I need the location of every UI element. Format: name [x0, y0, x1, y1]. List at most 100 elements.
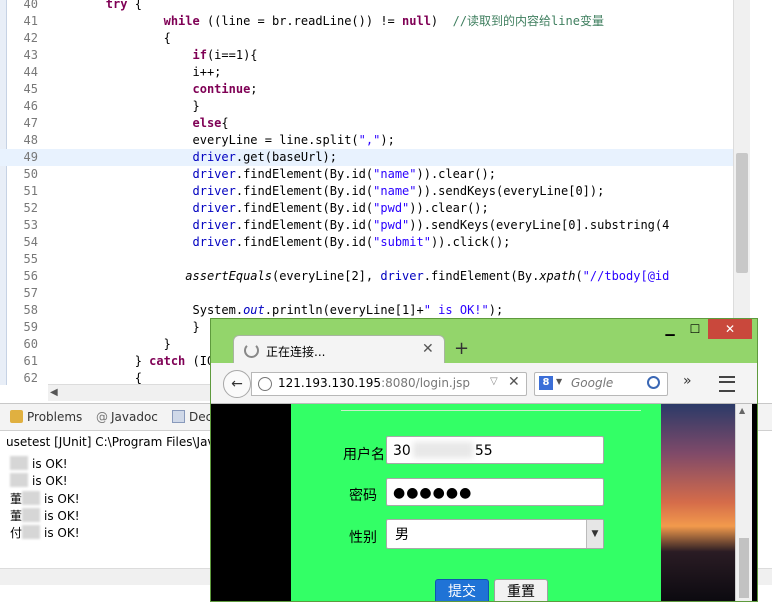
username-field[interactable]: 30 55: [386, 436, 604, 464]
problems-icon: [10, 410, 23, 423]
gender-label: 性别: [349, 530, 377, 546]
redacted-text: [22, 508, 41, 522]
code-line[interactable]: 40 try {: [0, 0, 733, 13]
code-text: while ((line = br.readLine()) != null) /…: [163, 14, 604, 28]
code-line[interactable]: 44 i++;: [0, 64, 733, 81]
line-number: 54: [23, 235, 38, 249]
line-number: 56: [23, 269, 38, 283]
code-line[interactable]: 58 System.out.println(everyLine[1]+" is …: [0, 302, 733, 319]
line-number: 62: [23, 371, 38, 385]
code-text: System.out.println(everyLine[1]+" is OK!…: [48, 303, 504, 317]
username-label: 用户名: [343, 447, 385, 463]
code-text: try {: [105, 0, 142, 11]
globe-icon: [258, 377, 272, 391]
tab-javadoc[interactable]: @ Javadoc: [96, 408, 158, 426]
tab-declaration[interactable]: Dec: [172, 408, 212, 426]
browser-tab[interactable]: 正在连接... ✕: [233, 335, 445, 364]
code-line[interactable]: 57: [0, 285, 733, 302]
code-line[interactable]: 43 if(i==1){: [0, 47, 733, 64]
code-text: driver.findElement(By.id("pwd")).clear()…: [192, 201, 489, 215]
declaration-icon: [172, 410, 185, 423]
code-text: i++;: [48, 65, 222, 79]
search-icon[interactable]: [647, 376, 660, 389]
line-number: 48: [23, 133, 38, 147]
chevron-down-icon[interactable]: ▼: [586, 520, 603, 548]
engine-dropdown-icon[interactable]: ▼: [556, 377, 562, 386]
submit-button[interactable]: 提交: [435, 579, 489, 601]
code-line[interactable]: 54 driver.findElement(By.id("submit")).c…: [0, 234, 733, 251]
stop-icon[interactable]: ✕: [508, 374, 520, 390]
tab-title: 正在连接...: [266, 345, 326, 359]
line-number: 59: [23, 320, 38, 334]
code-line[interactable]: 50 driver.findElement(By.id("name")).cle…: [0, 166, 733, 183]
code-line[interactable]: 42 {: [0, 30, 733, 47]
browser-window: ▁ ☐ ✕ 正在连接... ✕ + ← 121.193.130.195:8080…: [210, 318, 758, 602]
history-dropdown-icon[interactable]: ▽: [490, 376, 498, 387]
code-text: {: [48, 31, 171, 45]
tab-close-icon[interactable]: ✕: [422, 341, 434, 357]
code-text: everyLine = line.split(",");: [48, 133, 395, 147]
console-line: 董 is OK!: [10, 491, 80, 506]
console-line: 董 is OK!: [10, 508, 80, 523]
line-number: 58: [23, 303, 38, 317]
close-window-button[interactable]: ✕: [708, 319, 752, 339]
line-number: 47: [23, 116, 38, 130]
redacted-text: [10, 456, 28, 470]
javadoc-icon: @: [96, 410, 108, 424]
tab-problems[interactable]: Problems: [10, 408, 82, 426]
page-vertical-scrollbar[interactable]: ▲: [735, 404, 752, 601]
code-line[interactable]: 55: [0, 251, 733, 268]
code-line[interactable]: 53 driver.findElement(By.id("pwd")).send…: [0, 217, 733, 234]
code-line[interactable]: 52 driver.findElement(By.id("pwd")).clea…: [0, 200, 733, 217]
code-text: assertEquals(everyLine[2], driver.findEl…: [185, 269, 670, 283]
search-engine-icon[interactable]: 8: [539, 376, 553, 390]
redacted-text: [22, 525, 41, 539]
url-text: 121.193.130.195:8080/login.jsp: [278, 376, 470, 390]
url-bar[interactable]: 121.193.130.195:8080/login.jsp ▽ ✕: [251, 372, 527, 396]
line-number: 55: [23, 252, 38, 266]
console-line: is OK!: [10, 456, 68, 471]
line-number: 44: [23, 65, 38, 79]
background-image: [661, 404, 741, 601]
code-line[interactable]: 41 while ((line = br.readLine()) != null…: [0, 13, 733, 30]
overflow-chevron-icon[interactable]: »: [683, 373, 692, 389]
minimize-button[interactable]: ▁: [656, 319, 684, 339]
password-label: 密码: [349, 488, 377, 504]
hamburger-menu-icon[interactable]: [719, 376, 735, 392]
scrollbar-thumb[interactable]: [736, 153, 748, 273]
code-line[interactable]: 48 everyLine = line.split(",");: [0, 132, 733, 149]
new-tab-button[interactable]: +: [454, 338, 469, 359]
code-text: } catch (IOEx: [48, 354, 229, 368]
line-number: 52: [23, 201, 38, 215]
code-text: }: [48, 337, 171, 351]
code-text: driver.get(baseUrl);: [192, 150, 338, 164]
line-number: 45: [23, 82, 38, 96]
code-line[interactable]: 49 driver.get(baseUrl);: [0, 149, 733, 166]
code-line[interactable]: 47 else{: [0, 115, 733, 132]
code-text: if(i==1){: [192, 48, 258, 62]
code-line[interactable]: 46 }: [0, 98, 733, 115]
back-button[interactable]: ←: [223, 370, 251, 398]
scrollbar-thumb[interactable]: [739, 538, 749, 598]
line-number: 49: [23, 150, 38, 164]
password-field[interactable]: ●●●●●●: [386, 478, 604, 506]
code-text: {: [48, 371, 142, 385]
search-box[interactable]: 8 ▼ Google: [534, 372, 668, 396]
line-number: 61: [23, 354, 38, 368]
scroll-up-icon[interactable]: ▲: [739, 406, 745, 415]
code-text: driver.findElement(By.id("name")).clear(…: [192, 167, 496, 181]
maximize-button[interactable]: ☐: [681, 319, 709, 339]
line-number: 41: [23, 14, 38, 28]
gender-select[interactable]: 男 ▼: [386, 519, 604, 549]
line-number: 57: [23, 286, 38, 300]
code-line[interactable]: 45 continue;: [0, 81, 733, 98]
loading-spinner-icon: [244, 343, 259, 358]
code-line[interactable]: 51 driver.findElement(By.id("name")).sen…: [0, 183, 733, 200]
scroll-left-icon[interactable]: ◀: [50, 387, 58, 398]
search-placeholder: Google: [571, 376, 614, 390]
login-form: 用户名 30 55 密码 ●●●●●● 性别 男 ▼ 提交 重置: [291, 404, 661, 601]
reset-button[interactable]: 重置: [494, 579, 548, 601]
line-number: 40: [23, 0, 38, 11]
code-line[interactable]: 56 assertEquals(everyLine[2], driver.fin…: [0, 268, 733, 285]
code-text: driver.findElement(By.id("submit")).clic…: [192, 235, 511, 249]
